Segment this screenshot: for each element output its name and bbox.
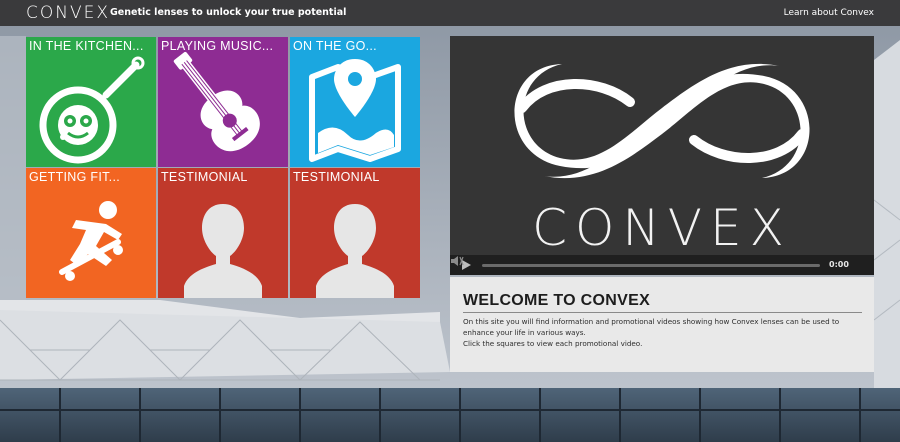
welcome-paragraph-2: Click the squares to view each promotion… — [463, 339, 643, 348]
tile-in-the-kitchen[interactable]: IN THE KITCHEN... — [26, 37, 156, 167]
title-divider — [463, 312, 862, 313]
tile-label: GETTING FIT... — [29, 170, 121, 184]
site-tagline: Genetic lenses to unlock your true poten… — [110, 7, 347, 18]
convex-logo[interactable]: CONVEX — [26, 3, 110, 23]
skateboarder-icon — [59, 201, 123, 281]
video-time: 0:00 — [829, 260, 849, 269]
frying-pan-face-icon — [39, 56, 145, 164]
guitar-icon — [173, 51, 260, 152]
promo-video-player[interactable]: CONVEX 0:00 — [450, 36, 874, 275]
tile-label: TESTIMONIAL — [293, 170, 380, 184]
tile-on-the-go[interactable]: ON THE GO... — [290, 37, 420, 167]
tile-label: PLAYING MUSIC... — [161, 39, 274, 53]
tile-playing-music[interactable]: PLAYING MUSIC... — [158, 37, 288, 167]
welcome-panel: WELCOME TO CONVEX On this site you will … — [450, 277, 874, 372]
mute-icon[interactable] — [450, 255, 464, 267]
welcome-description: On this site you will find information a… — [463, 316, 862, 349]
person-silhouette-icon — [184, 204, 262, 298]
tile-label: IN THE KITCHEN... — [29, 39, 144, 53]
video-controls-bar: 0:00 — [450, 255, 874, 275]
top-navigation-bar: CONVEX Genetic lenses to unlock your tru… — [0, 0, 900, 26]
video-progress-bar[interactable] — [482, 264, 820, 267]
tile-label: ON THE GO... — [293, 39, 377, 53]
person-silhouette-icon — [316, 204, 394, 298]
welcome-paragraph-1: On this site you will find information a… — [463, 317, 840, 337]
tile-label: TESTIMONIAL — [161, 170, 248, 184]
learn-about-convex-link[interactable]: Learn about Convex — [784, 7, 874, 19]
tile-testimonial-1[interactable]: TESTIMONIAL — [158, 168, 288, 298]
map-pin-icon — [309, 59, 401, 162]
tile-testimonial-2[interactable]: TESTIMONIAL — [290, 168, 420, 298]
video-wordmark: CONVEX — [532, 199, 792, 257]
tile-getting-fit[interactable]: GETTING FIT... — [26, 168, 156, 298]
welcome-title: WELCOME TO CONVEX — [463, 292, 651, 309]
